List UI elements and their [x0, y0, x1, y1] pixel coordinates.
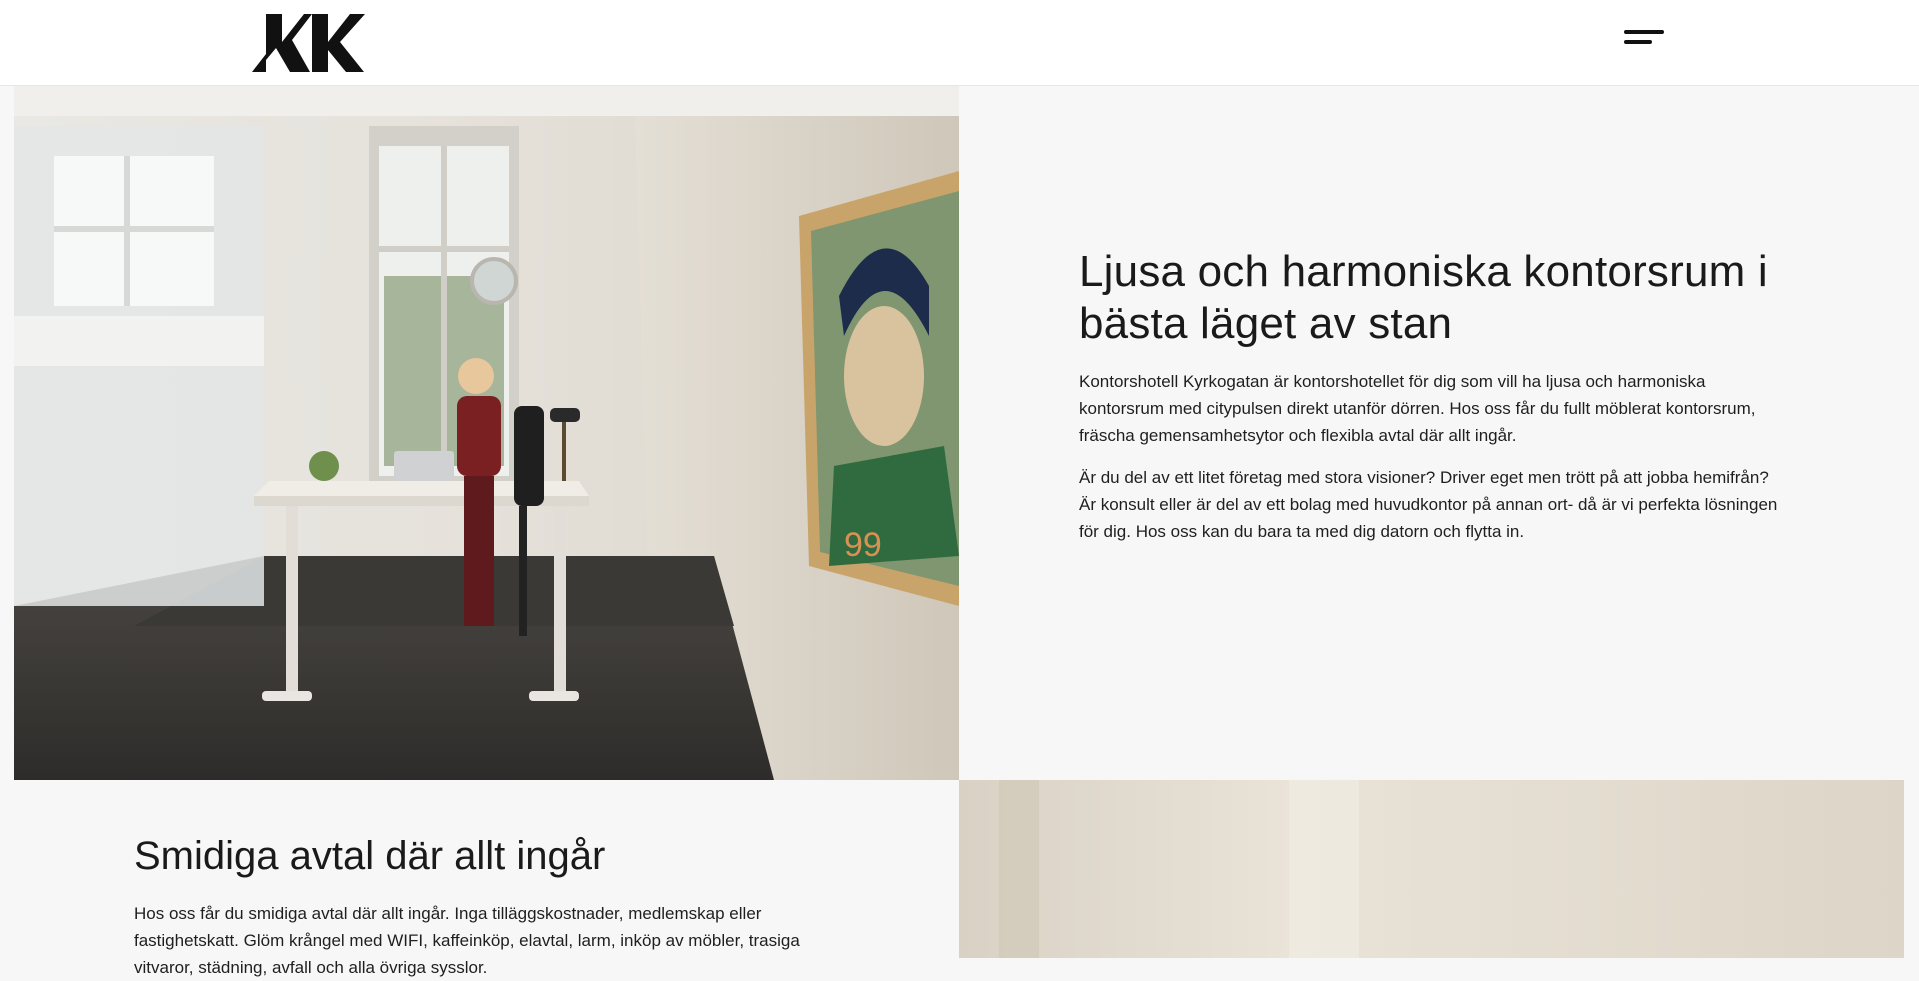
office-photo: 99: [14, 86, 959, 780]
section-title: Ljusa och harmoniska kontorsrum i bästa …: [1079, 247, 1768, 348]
intro-paragraph: Är du del av ett litet företag med stora…: [1079, 468, 1778, 541]
menu-line: [1624, 40, 1652, 44]
intro-section: Ljusa och harmoniska kontorsrum i bästa …: [1079, 246, 1779, 545]
office-photo-2: [959, 780, 1904, 958]
hamburger-menu-button[interactable]: [1620, 24, 1668, 54]
agreements-paragraph: Hos oss får du smidiga avtal där allt in…: [134, 904, 800, 977]
logo[interactable]: [252, 14, 367, 72]
agreements-section: Smidiga avtal där allt ingår Hos oss får…: [134, 830, 854, 981]
intro-paragraph: Kontorshotell Kyrkogatan är kontorshotel…: [1079, 372, 1756, 445]
kk-logo-icon: [252, 14, 365, 72]
section-title: Smidiga avtal där allt ingår: [134, 834, 606, 878]
svg-text:99: 99: [844, 526, 882, 564]
site-header: [0, 0, 1919, 86]
menu-line: [1624, 30, 1664, 34]
